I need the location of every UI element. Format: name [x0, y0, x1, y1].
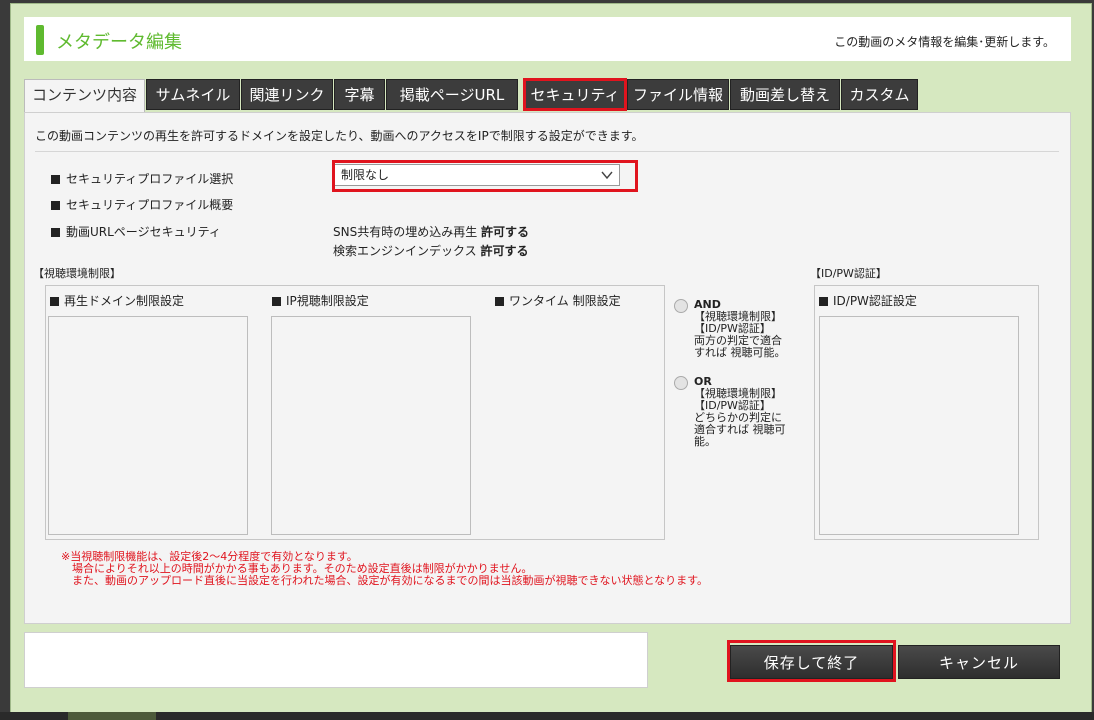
background-strip — [0, 712, 1094, 720]
security-panel: この動画コンテンツの再生を許可するドメインを設定したり、動画へのアクセスをIPで… — [24, 112, 1071, 624]
save-and-exit-button[interactable]: 保存して終了 — [730, 645, 893, 679]
domain-restriction-label: 再生ドメイン制限設定 — [50, 292, 184, 309]
page-description: この動画のメタ情報を編集･更新します。 — [834, 35, 1055, 49]
tab-security[interactable]: セキュリティ — [523, 78, 627, 111]
bullet-square-icon — [51, 175, 60, 184]
sns-embed-setting: SNS共有時の埋め込み再生 許可する — [333, 225, 530, 239]
tab-custom[interactable]: カスタム — [841, 79, 918, 110]
background-thumbnail — [68, 712, 156, 720]
profile-select-label: セキュリティプロファイル選択 — [51, 170, 233, 187]
intro-text: この動画コンテンツの再生を許可するドメインを設定したり、動画へのアクセスをIPで… — [35, 129, 644, 143]
ip-list[interactable] — [271, 316, 471, 535]
security-profile-select[interactable]: 制限なし — [334, 164, 620, 186]
viewing-restriction-title: 【視聴環境制限】 — [33, 267, 121, 280]
domain-list[interactable] — [48, 316, 248, 535]
tab-page-url[interactable]: 掲載ページURL — [386, 79, 518, 110]
url-page-security-label: 動画URLページセキュリティ — [51, 223, 221, 240]
chevron-down-icon — [601, 171, 613, 180]
viewing-restriction-box: 再生ドメイン制限設定 IP視聴制限設定 ワンタイム 制限設定 — [45, 285, 665, 540]
bullet-square-icon — [51, 228, 60, 237]
bullet-square-icon — [819, 297, 828, 306]
tab-contents[interactable]: コンテンツ内容 — [24, 79, 145, 113]
dialog-header: メタデータ編集 この動画のメタ情報を編集･更新します。 — [24, 17, 1071, 61]
footer-message-area — [24, 632, 648, 688]
divider — [35, 151, 1059, 152]
tab-file-info[interactable]: ファイル情報 — [627, 79, 729, 110]
or-radio[interactable] — [674, 376, 688, 390]
dialog-content: メタデータ編集 この動画のメタ情報を編集･更新します。 コンテンツ内容 サムネイ… — [10, 3, 1090, 712]
page-title: メタデータ編集 — [56, 32, 182, 53]
tab-video-replace[interactable]: 動画差し替え — [730, 79, 840, 110]
bullet-square-icon — [50, 297, 59, 306]
notes: ※当視聴制限機能は、設定後2～4分程度で有効となります。 場合によりそれ以上の時… — [61, 550, 709, 587]
ip-restriction-label: IP視聴制限設定 — [272, 292, 369, 309]
idpw-list[interactable] — [819, 316, 1019, 535]
or-description: OR 【視聴環境制限】 【ID/PW認証】 どちらかの判定に 適合すれば 視聴可… — [694, 375, 786, 448]
tab-subtitles[interactable]: 字幕 — [334, 79, 385, 110]
idpw-setting-label: ID/PW認証設定 — [819, 292, 917, 309]
idpw-box: ID/PW認証設定 — [814, 285, 1039, 540]
tab-thumbnail[interactable]: サムネイル — [146, 79, 240, 110]
and-description: AND 【視聴環境制限】 【ID/PW認証】 両方の判定で適合 すれば 視聴可能… — [694, 298, 786, 359]
idpw-title: 【ID/PW認証】 — [810, 267, 887, 280]
profile-summary-label: セキュリティプロファイル概要 — [51, 196, 233, 213]
title-accent-bar — [36, 25, 44, 55]
tab-related-links[interactable]: 関連リンク — [241, 79, 333, 110]
search-index-setting: 検索エンジンインデックス 許可する — [333, 244, 529, 258]
bullet-square-icon — [495, 297, 504, 306]
and-radio[interactable] — [674, 299, 688, 313]
bullet-square-icon — [272, 297, 281, 306]
cancel-button[interactable]: キャンセル — [898, 645, 1060, 679]
onetime-restriction-label: ワンタイム 制限設定 — [495, 292, 621, 309]
bullet-square-icon — [51, 201, 60, 210]
